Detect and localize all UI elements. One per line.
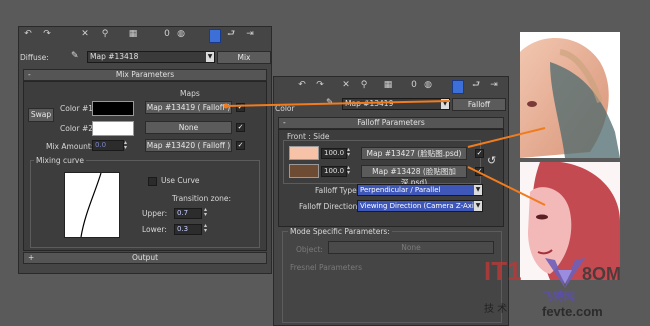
side-color-swatch[interactable] — [289, 164, 319, 178]
grid-icon[interactable] — [209, 29, 221, 43]
collapse-sign: - — [283, 118, 286, 127]
mix-amount-spinner[interactable]: ▴ ▾ — [124, 140, 127, 151]
sphere-icon[interactable]: ◍ — [422, 80, 434, 91]
front-map-button[interactable]: Map #13427 (脸贴图.psd) — [361, 147, 467, 160]
collapse-sign: - — [28, 70, 31, 79]
color2-map-checkbox[interactable]: ✓ — [236, 123, 245, 132]
go-forward-icon[interactable]: ⇥ — [488, 80, 500, 91]
link-icon[interactable]: ⚲ — [358, 80, 370, 91]
face-texture-drawing — [520, 32, 620, 158]
falloff-type-label: Falloff Type: — [315, 186, 360, 195]
fresnel-label: Fresnel Parameters — [290, 263, 362, 272]
chevron-down-icon: ▼ — [474, 201, 482, 211]
redo-icon[interactable]: ↷ — [41, 29, 53, 40]
color1-map-checkbox[interactable]: ✓ — [236, 103, 245, 112]
front-value-input[interactable]: 100.0 — [321, 148, 347, 159]
color2-label: Color #2 — [60, 124, 94, 133]
right-toolbar: ↶ ↷ ✕ ⚲ ▦ 0 ◍ ⮐ ⇥ — [274, 80, 506, 94]
mixing-curve-label: Mixing curve — [34, 156, 86, 165]
left-material-editor: ↶ ↷ ✕ ⚲ ▦ 0 ◍ ⮐ ⇥ Diffuse: ✎ Map #13418 … — [18, 26, 272, 274]
grid-icon[interactable] — [452, 80, 464, 94]
face-texture-image — [520, 32, 620, 158]
lower-label: Lower: — [142, 225, 167, 234]
side-map-checkbox[interactable]: ✓ — [475, 167, 484, 176]
feiteng-wings-icon — [545, 258, 585, 288]
diffuse-type-button[interactable]: Mix — [217, 51, 271, 64]
use-curve-label: Use Curve — [161, 176, 200, 185]
object-label: Object: — [296, 245, 323, 254]
sphere-icon[interactable]: ◍ — [175, 29, 187, 40]
mix-amount-map-button[interactable]: Map #13420 ( Falloff ) — [145, 139, 232, 152]
front-map-checkbox[interactable]: ✓ — [475, 149, 484, 158]
front-color-swatch[interactable] — [289, 146, 319, 160]
go-parent-icon[interactable]: ⮐ — [470, 80, 482, 91]
material-icon[interactable]: ▦ — [382, 80, 394, 91]
curve-line — [80, 172, 102, 238]
undo-icon[interactable]: ↶ — [22, 29, 34, 40]
eyedropper-icon[interactable]: ✎ — [71, 51, 79, 61]
side-value-spinner[interactable]: ▴ ▾ — [347, 165, 350, 176]
side-value-input[interactable]: 100.0 — [321, 166, 347, 177]
upper-label: Upper: — [142, 209, 168, 218]
falloff-direction-label: Falloff Direction: — [299, 202, 360, 211]
mix-amount-label: Mix Amount: — [46, 142, 94, 151]
color2-map-button[interactable]: None — [145, 121, 232, 134]
mode-specific-label: Mode Specific Parameters: — [288, 227, 392, 236]
mix-amount-map-checkbox[interactable]: ✓ — [236, 141, 245, 150]
maps-header: Maps — [180, 89, 200, 98]
upper-spinner[interactable]: ▴ ▾ — [204, 207, 207, 218]
falloff-parameters-header[interactable]: - Falloff Parameters — [278, 117, 504, 129]
close-icon[interactable]: ✕ — [79, 29, 91, 40]
color-label: Color — [275, 104, 295, 113]
swap-colors-icon[interactable]: ↺ — [487, 154, 496, 167]
map-name-select[interactable]: Map #13419 ▼ — [342, 98, 450, 110]
material-icon[interactable]: ▦ — [127, 29, 139, 40]
color1-map-button[interactable]: Map #13419 ( Falloff ) — [145, 101, 232, 114]
mix-parameters-body: Maps Swap Color #1 Map #13419 ( Falloff … — [23, 81, 267, 251]
undo-icon[interactable]: ↶ — [296, 80, 308, 91]
mixing-curve-graph — [64, 172, 120, 238]
diffuse-label: Diffuse: — [20, 53, 49, 62]
watermark-chinese: 技 术 — [484, 304, 508, 315]
watermark-url: fevte.com — [542, 304, 603, 319]
diffuse-map-select[interactable]: Map #13418 ▼ — [87, 51, 215, 63]
mix-amount-input[interactable]: 0.0 — [92, 140, 124, 151]
mix-parameters-header[interactable]: - Mix Parameters — [23, 69, 267, 81]
front-value-spinner[interactable]: ▴ ▾ — [347, 147, 350, 158]
falloff-direction-select[interactable]: Viewing Direction (Camera Z-Axis) ▼ — [357, 200, 483, 212]
left-toolbar: ↶ ↷ ✕ ⚲ ▦ 0 ◍ ⮐ ⇥ — [19, 29, 269, 43]
redo-icon[interactable]: ↷ — [314, 80, 326, 91]
go-forward-icon[interactable]: ⇥ — [244, 29, 256, 40]
expand-sign: + — [28, 253, 35, 262]
lower-spinner[interactable]: ▴ ▾ — [204, 223, 207, 234]
zero-icon[interactable]: 0 — [408, 80, 420, 91]
eyedropper-icon[interactable]: ✎ — [326, 98, 334, 108]
output-header[interactable]: + Output — [23, 252, 267, 264]
chevron-down-icon: ▼ — [206, 52, 214, 62]
use-curve-checkbox[interactable] — [148, 177, 157, 186]
color2-swatch[interactable] — [92, 121, 134, 136]
falloff-parameters-body: Front : Side 100.0 ▴ ▾ Map #13427 (脸贴图.ps… — [278, 129, 504, 227]
color1-label: Color #1 — [60, 104, 94, 113]
falloff-type-select[interactable]: Perpendicular / Parallel ▼ — [357, 184, 483, 196]
watermark-feiteng: 飞特网 — [542, 290, 575, 303]
side-map-button[interactable]: Map #13428 (脸贴图加深.psd) — [361, 165, 467, 187]
transition-zone-label: Transition zone: — [172, 194, 232, 203]
go-parent-icon[interactable]: ⮐ — [225, 29, 237, 40]
lower-input[interactable]: 0.3 — [174, 224, 202, 235]
link-icon[interactable]: ⚲ — [99, 29, 111, 40]
chevron-down-icon: ▼ — [474, 185, 482, 195]
zero-icon[interactable]: 0 — [161, 29, 173, 40]
chevron-down-icon: ▼ — [441, 99, 449, 109]
upper-input[interactable]: 0.7 — [174, 208, 202, 219]
swap-button[interactable]: Swap — [28, 108, 54, 122]
close-icon[interactable]: ✕ — [340, 80, 352, 91]
watermark-brand: IT1 — [484, 256, 522, 286]
color1-swatch[interactable] — [92, 101, 134, 116]
map-type-button[interactable]: Falloff — [452, 98, 506, 111]
watermark-logo: IT1 8OM 飞特网 技 术 fevte.com — [470, 250, 650, 324]
